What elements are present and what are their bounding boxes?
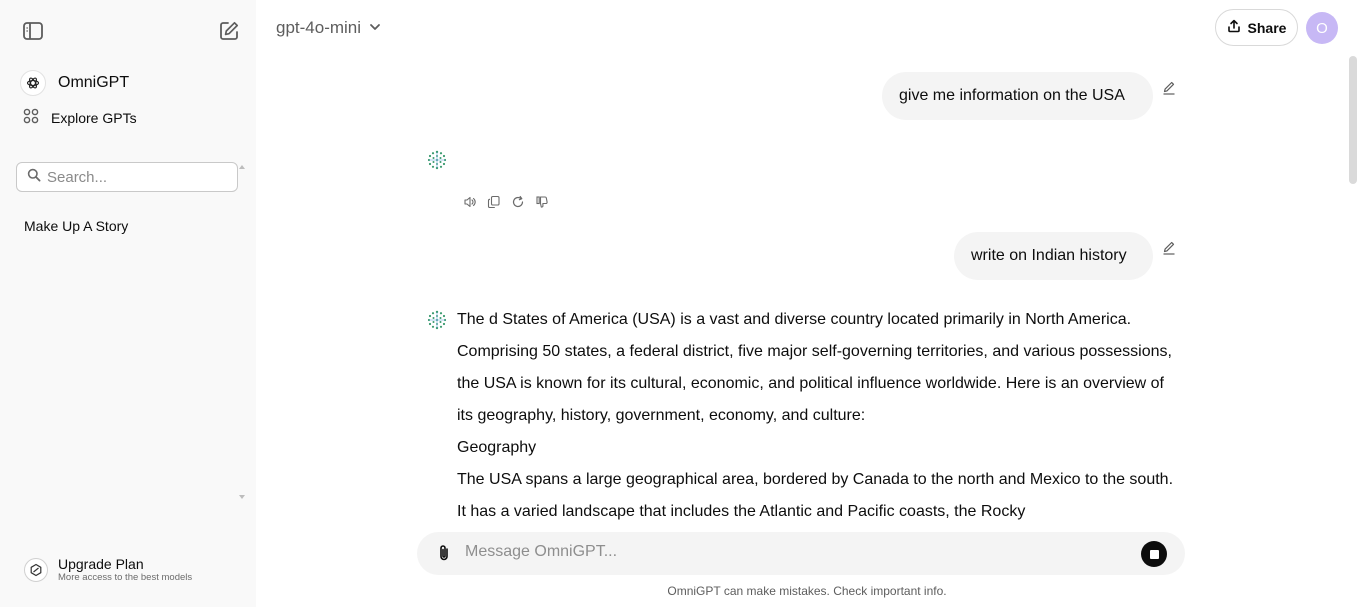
assistant-message: The d States of America (USA) is a vast … <box>457 304 1182 528</box>
sidebar-item-explore-gpts[interactable]: Explore GPTs <box>23 108 137 127</box>
assistant-avatar-icon <box>426 149 448 171</box>
message-composer <box>417 532 1185 575</box>
user-message: write on Indian history <box>954 232 1153 280</box>
sidebar-scroll-up-arrow[interactable] <box>239 165 245 169</box>
chevron-down-icon <box>369 18 381 38</box>
search-input[interactable] <box>47 168 227 186</box>
disclaimer-text: OmniGPT can make mistakes. Check importa… <box>667 584 947 598</box>
sidebar-item-omnigpt[interactable]: OmniGPT <box>20 70 129 96</box>
regenerate-icon[interactable] <box>511 195 525 209</box>
share-button[interactable]: Share <box>1215 9 1298 46</box>
scrollbar-thumb[interactable] <box>1349 56 1357 184</box>
message-paragraph: The d States of America (USA) is a vast … <box>457 311 1172 424</box>
message-heading: Geography <box>457 439 537 456</box>
stop-icon <box>1149 549 1159 559</box>
message-input[interactable] <box>465 543 1105 561</box>
user-message: give me information on the USA <box>882 72 1153 120</box>
grid-icon <box>23 108 39 127</box>
upgrade-title: Upgrade Plan <box>58 556 144 572</box>
message-actions <box>463 195 549 209</box>
omnigpt-logo-icon <box>20 70 46 96</box>
speaker-icon[interactable] <box>463 195 477 209</box>
paperclip-icon[interactable] <box>434 543 454 563</box>
upgrade-plan-button[interactable]: Upgrade Plan More access to the best mod… <box>24 556 192 584</box>
search-box <box>16 162 238 192</box>
chat-scrollbar[interactable] <box>1347 56 1358 607</box>
sidebar-item-label: Explore GPTs <box>51 109 137 126</box>
edit-message-icon[interactable] <box>1162 241 1176 255</box>
share-icon <box>1227 19 1241 36</box>
history-item[interactable]: Make Up A Story <box>24 218 128 234</box>
sidebar-scroll-down-arrow[interactable] <box>239 495 245 499</box>
sidebar-item-label: OmniGPT <box>58 74 130 91</box>
thumbs-down-icon[interactable] <box>535 195 549 209</box>
message-paragraph: The USA spans a large geographical area,… <box>457 471 1174 520</box>
new-chat-icon[interactable] <box>218 20 240 42</box>
upgrade-icon <box>24 558 48 582</box>
toggle-sidebar-icon[interactable] <box>22 20 44 42</box>
share-label: Share <box>1247 19 1287 36</box>
model-selector[interactable]: gpt-4o-mini <box>276 18 381 38</box>
stop-generating-button[interactable] <box>1141 541 1167 567</box>
assistant-avatar-icon <box>426 309 448 331</box>
model-name: gpt-4o-mini <box>276 18 362 37</box>
search-icon <box>27 168 41 187</box>
avatar[interactable]: O <box>1306 12 1338 44</box>
edit-message-icon[interactable] <box>1162 81 1176 95</box>
copy-icon[interactable] <box>487 195 501 209</box>
upgrade-subtitle: More access to the best models <box>58 572 193 583</box>
sidebar: OmniGPT Explore GPTs Make Up A Story Upg… <box>0 0 256 607</box>
